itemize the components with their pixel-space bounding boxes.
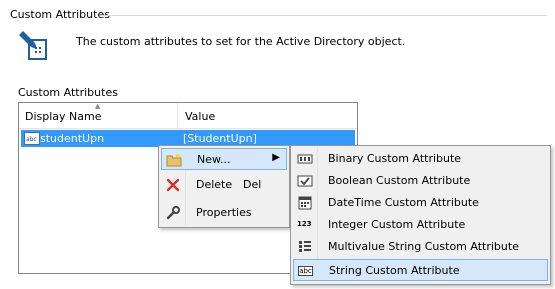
new-attribute-submenu: Binary Custom Attribute Boolean Custom A… <box>290 145 551 285</box>
menu-item-label: Binary Custom Attribute <box>328 152 462 165</box>
group-title: Custom Attributes <box>10 8 110 21</box>
menu-item-properties[interactable]: Properties <box>161 202 287 224</box>
abc-string-icon: abc <box>24 132 40 145</box>
submenu-item-string[interactable]: abc String Custom Attribute <box>293 259 548 281</box>
submenu-item-multivalue-string[interactable]: Multivalue String Custom Attribute <box>293 236 548 258</box>
column-header-value[interactable]: Value <box>185 110 215 123</box>
delete-x-icon <box>165 178 181 192</box>
list-header: Display Name ▲ Value <box>19 102 357 129</box>
menu-item-label: String Custom Attribute <box>329 264 460 277</box>
sort-ascending-icon: ▲ <box>95 102 101 110</box>
menu-item-new[interactable]: New... ▶ <box>161 148 287 170</box>
wrench-icon <box>165 206 181 220</box>
menu-item-shortcut: Del <box>243 178 262 191</box>
page-description: The custom attributes to set for the Act… <box>76 35 406 48</box>
row-value: [StudentUpn] <box>183 132 257 145</box>
group-divider <box>100 15 547 16</box>
submenu-arrow-icon: ▶ <box>272 152 280 163</box>
menu-item-label: Integer Custom Attribute <box>328 218 466 231</box>
menu-item-label: Properties <box>196 206 252 219</box>
submenu-item-integer[interactable]: 123 Integer Custom Attribute <box>293 214 548 236</box>
calendar-icon <box>297 196 313 210</box>
column-divider[interactable] <box>177 103 178 128</box>
menu-item-label: Delete <box>196 178 233 191</box>
section-label: Custom Attributes <box>18 86 118 99</box>
menu-item-label: Multivalue String Custom Attribute <box>328 240 519 253</box>
submenu-item-datetime[interactable]: DateTime Custom Attribute <box>293 192 548 214</box>
integer-icon: 123 <box>297 220 312 228</box>
row-display-name: studentUpn <box>40 132 105 145</box>
context-menu: New... ▶ Delete Del Properties <box>158 145 290 228</box>
new-folder-icon <box>166 153 182 167</box>
menu-item-delete[interactable]: Delete Del <box>161 174 287 196</box>
submenu-item-boolean[interactable]: Boolean Custom Attribute <box>293 170 548 192</box>
boolean-icon <box>297 174 313 188</box>
binary-icon <box>297 152 313 166</box>
string-icon: abc <box>298 266 313 276</box>
submenu-item-binary[interactable]: Binary Custom Attribute <box>293 148 548 170</box>
menu-item-label: New... <box>197 153 231 166</box>
multivalue-icon <box>297 240 313 254</box>
edit-attribute-icon <box>17 30 49 62</box>
svg-text:abc: abc <box>26 136 37 143</box>
column-header-display-name[interactable]: Display Name <box>25 110 102 123</box>
menu-item-label: DateTime Custom Attribute <box>328 196 479 209</box>
menu-item-label: Boolean Custom Attribute <box>328 174 471 187</box>
